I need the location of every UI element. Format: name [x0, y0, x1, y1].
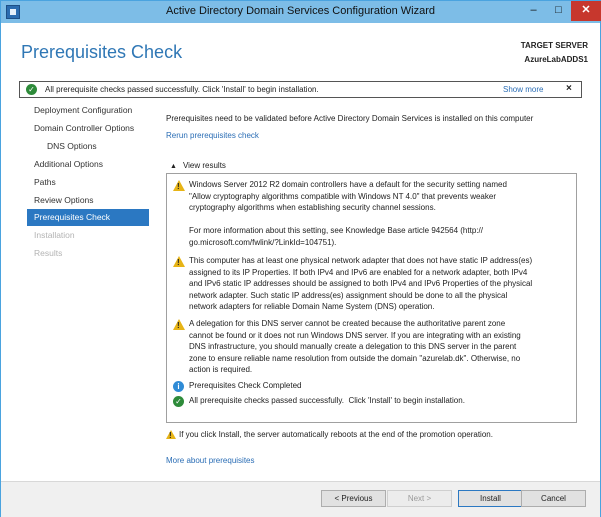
nav-item-additional-options[interactable]: Additional Options: [27, 156, 149, 173]
nav-item-installation: Installation: [34, 230, 75, 240]
title-bar[interactable]: Active Directory Domain Services Configu…: [1, 1, 601, 23]
target-server-name: AzureLabADDS1: [524, 55, 588, 64]
minimize-button[interactable]: –: [521, 1, 546, 21]
button-bar: < Previous Next > Install Cancel: [1, 481, 600, 517]
cancel-button[interactable]: Cancel: [521, 490, 586, 507]
wizard-window: Active Directory Domain Services Configu…: [0, 0, 601, 517]
warning-icon: [173, 319, 185, 332]
warning-icon: [166, 430, 176, 440]
nav-item-review-options[interactable]: Review Options: [27, 192, 149, 209]
more-about-prerequisites-link[interactable]: More about prerequisites: [166, 456, 255, 465]
nav-item-deployment-configuration[interactable]: Deployment Configuration: [27, 102, 149, 119]
nav-item-results: Results: [34, 248, 63, 258]
window-close-button[interactable]: ✕: [571, 1, 601, 21]
target-server-label: TARGET SERVER: [520, 41, 588, 50]
rerun-prerequisites-link[interactable]: Rerun prerequisites check: [166, 131, 259, 140]
notification-banner: ✓ All prerequisite checks passed success…: [19, 81, 582, 98]
chevron-up-icon: ▲: [170, 163, 177, 170]
show-more-link[interactable]: Show more: [503, 85, 543, 94]
check-icon: ✓: [173, 396, 185, 407]
warning-icon: [173, 256, 185, 269]
maximize-button[interactable]: □: [546, 1, 571, 21]
banner-message: All prerequisite checks passed successfu…: [45, 85, 319, 94]
banner-close-icon[interactable]: ×: [566, 83, 572, 94]
nav-item-dns-options[interactable]: DNS Options: [47, 138, 149, 155]
window-title: Active Directory Domain Services Configu…: [166, 5, 435, 17]
nav-item-domain-controller-options[interactable]: Domain Controller Options: [27, 120, 149, 137]
warning-icon: [173, 180, 185, 193]
results-pane[interactable]: Windows Server 2012 R2 domain controller…: [166, 173, 577, 423]
view-results-toggle[interactable]: ▲ View results: [170, 161, 226, 170]
nav-item-prerequisites-check[interactable]: Prerequisites Check: [27, 209, 149, 226]
next-button: Next >: [387, 490, 452, 507]
info-icon: i: [173, 381, 185, 392]
previous-button[interactable]: < Previous: [321, 490, 386, 507]
nav-item-paths[interactable]: Paths: [27, 174, 149, 191]
intro-text: Prerequisites need to be validated befor…: [166, 114, 534, 123]
page-title: Prerequisites Check: [21, 42, 183, 62]
install-button[interactable]: Install: [458, 490, 523, 507]
check-icon: ✓: [26, 84, 37, 95]
